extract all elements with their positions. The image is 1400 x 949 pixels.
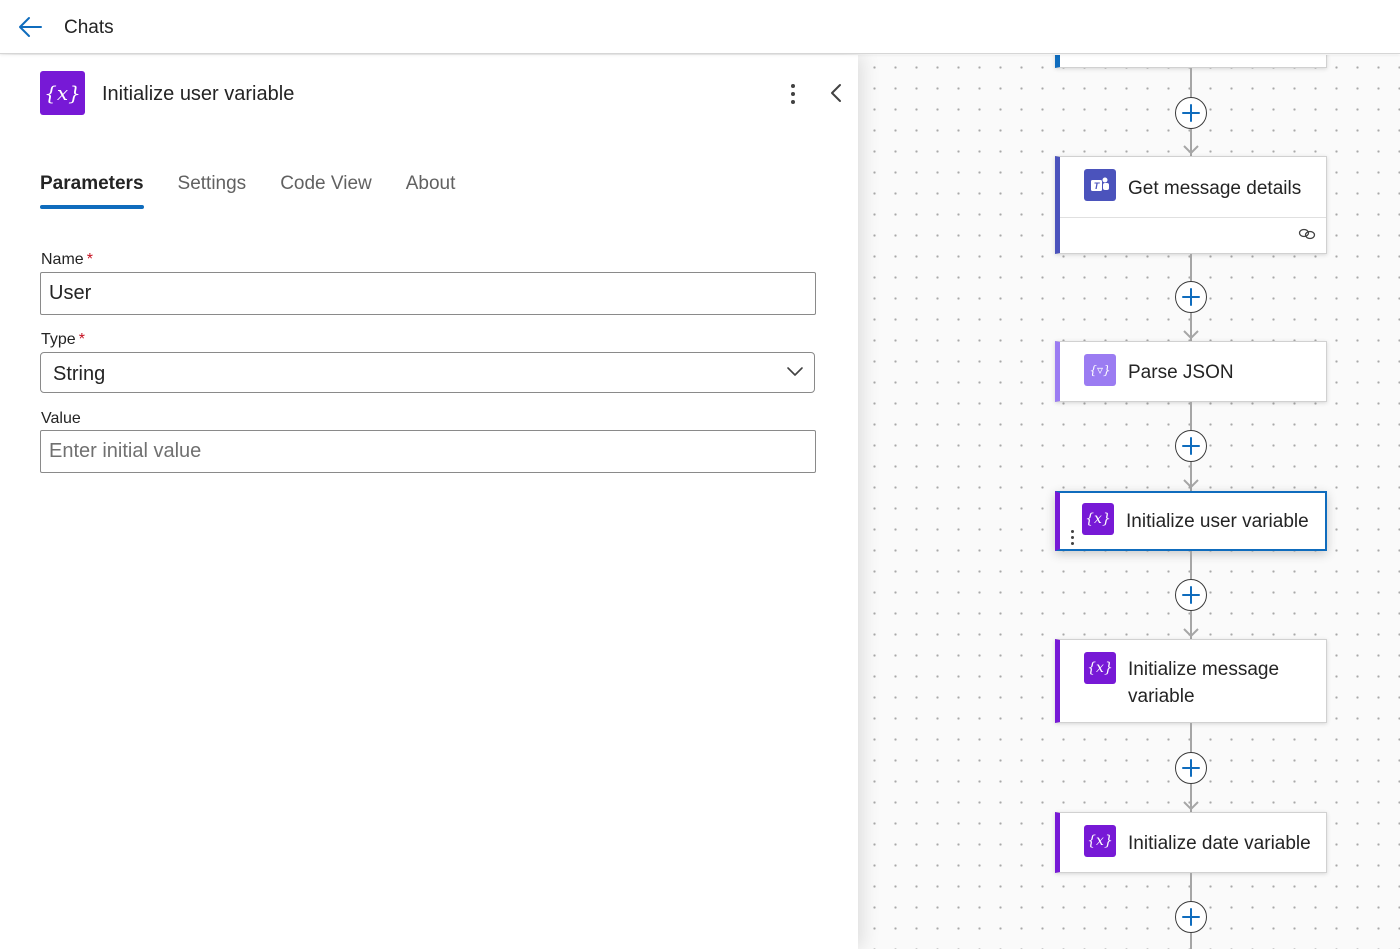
flow-node-initialize-date-variable[interactable]: {x} Initialize date variable [1055, 812, 1327, 873]
flow-canvas[interactable]: T Get message details {▿} Parse JSON {x}… [858, 55, 1400, 949]
collapse-panel-button[interactable] [822, 79, 850, 107]
node-label: Parse JSON [1128, 362, 1234, 383]
required-marker: * [78, 331, 85, 348]
insert-step-button[interactable] [1175, 579, 1207, 611]
node-label: Get message details [1128, 178, 1302, 199]
arrow-down-icon [1183, 801, 1199, 811]
panel-title: Initialize user variable [102, 83, 295, 105]
name-field-label: Name * [41, 251, 93, 268]
drag-handle[interactable] [1071, 530, 1074, 545]
arrow-down-icon [1183, 628, 1199, 638]
flow-node-initialize-user-variable[interactable]: {x} Initialize user variable [1055, 491, 1327, 551]
more-options-button[interactable] [780, 81, 806, 107]
arrow-down-icon [1183, 330, 1199, 340]
plus-icon [1182, 759, 1200, 777]
type-dropdown-value: String [53, 363, 106, 385]
page-title: Chats [64, 17, 114, 38]
action-details-panel: {x} Initialize user variable Parameters … [0, 55, 858, 949]
back-arrow-icon [19, 17, 42, 37]
type-dropdown[interactable]: String [40, 352, 815, 393]
plus-icon [1182, 586, 1200, 604]
arrow-down-icon [1183, 145, 1199, 155]
value-field[interactable] [40, 430, 816, 473]
chevron-down-icon [787, 367, 803, 376]
node-divider [1060, 217, 1326, 218]
teams-icon: T [1084, 169, 1116, 201]
required-marker: * [86, 251, 93, 268]
top-bar: Chats [0, 0, 1400, 54]
plus-icon [1182, 908, 1200, 926]
arrow-down-icon [1183, 479, 1199, 489]
value-field-label: Value [41, 410, 81, 427]
flow-node-initialize-message-variable[interactable]: {x} Initialize message variable [1055, 639, 1327, 723]
node-label: Initialize message variable [1128, 659, 1280, 707]
panel-tabs: Parameters Settings Code View About [40, 173, 455, 209]
node-label: Initialize date variable [1128, 833, 1311, 854]
insert-step-button[interactable] [1175, 281, 1207, 313]
variable-icon: {x} [1084, 825, 1116, 857]
insert-step-button[interactable] [1175, 752, 1207, 784]
insert-step-button[interactable] [1175, 901, 1207, 933]
variable-icon: {x} [1084, 652, 1116, 684]
tab-about[interactable]: About [406, 173, 456, 209]
insert-step-button[interactable] [1175, 97, 1207, 129]
plus-icon [1182, 288, 1200, 306]
variable-icon: {x} [40, 71, 85, 115]
flow-node-previous[interactable] [1055, 55, 1327, 68]
back-button[interactable] [14, 12, 46, 42]
tab-code-view[interactable]: Code View [280, 173, 372, 209]
variable-icon: {x} [1082, 503, 1114, 535]
tab-parameters[interactable]: Parameters [40, 173, 144, 209]
link-icon [1298, 228, 1316, 240]
plus-icon [1182, 104, 1200, 122]
name-field[interactable] [40, 272, 816, 315]
flow-node-get-message-details[interactable]: T Get message details [1055, 156, 1327, 254]
flow-node-parse-json[interactable]: {▿} Parse JSON [1055, 341, 1327, 402]
parse-json-icon: {▿} [1084, 354, 1116, 386]
insert-step-button[interactable] [1175, 430, 1207, 462]
tab-settings[interactable]: Settings [178, 173, 247, 209]
type-field-label: Type * [41, 331, 85, 348]
chevron-left-icon [831, 84, 841, 102]
plus-icon [1182, 437, 1200, 455]
node-label: Initialize user variable [1126, 511, 1309, 532]
